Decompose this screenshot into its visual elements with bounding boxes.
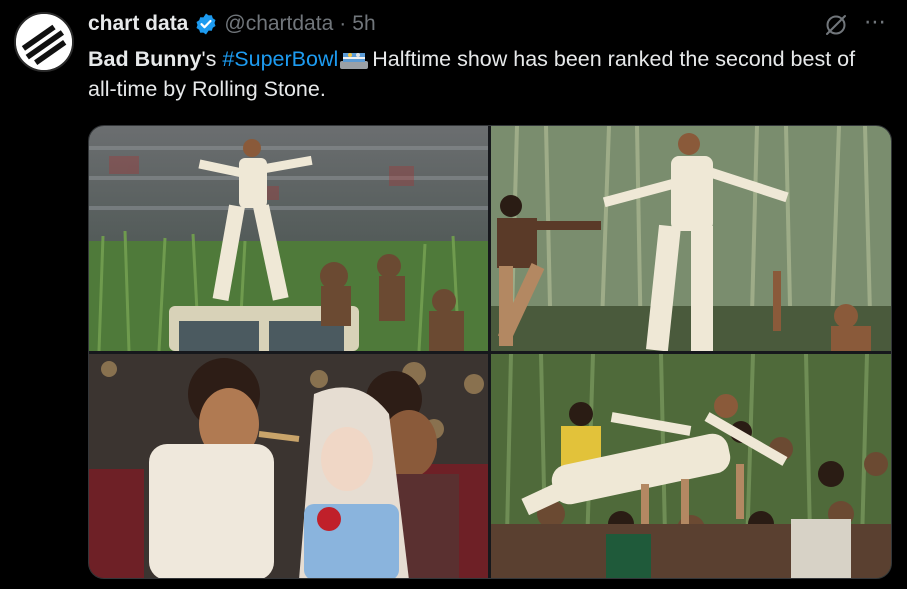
hashtag-link[interactable]: #SuperBowl xyxy=(222,47,338,71)
crowd-surf-image xyxy=(491,354,891,578)
more-icon[interactable]: ⋯ xyxy=(864,11,892,39)
avatar[interactable] xyxy=(14,12,74,72)
display-name[interactable]: chart data xyxy=(88,12,188,36)
chart-data-logo-icon xyxy=(16,14,72,70)
media-photo-2[interactable] xyxy=(491,126,891,351)
timestamp[interactable]: 5h xyxy=(352,12,375,36)
duet-closeup-image xyxy=(89,354,488,578)
separator: · xyxy=(339,12,347,35)
media-photo-1[interactable] xyxy=(89,126,488,351)
tweet-text: Bad Bunny's #SuperBowl Halftime show has … xyxy=(88,44,888,104)
grok-icon[interactable] xyxy=(822,11,850,39)
media-photo-3[interactable] xyxy=(89,354,488,578)
verified-badge-icon xyxy=(194,12,218,36)
handle[interactable]: @chartdata xyxy=(224,12,333,36)
stadium-performance-image xyxy=(89,126,488,351)
football-field-emoji-icon xyxy=(340,47,369,69)
dancers-in-grass-image xyxy=(491,126,891,351)
media-grid xyxy=(88,125,892,579)
mention-name: Bad Bunny xyxy=(88,47,202,71)
media-photo-4[interactable] xyxy=(491,354,891,578)
text-possessive: 's xyxy=(201,47,223,71)
tweet-header: chart data @chartdata · 5h xyxy=(88,10,376,38)
